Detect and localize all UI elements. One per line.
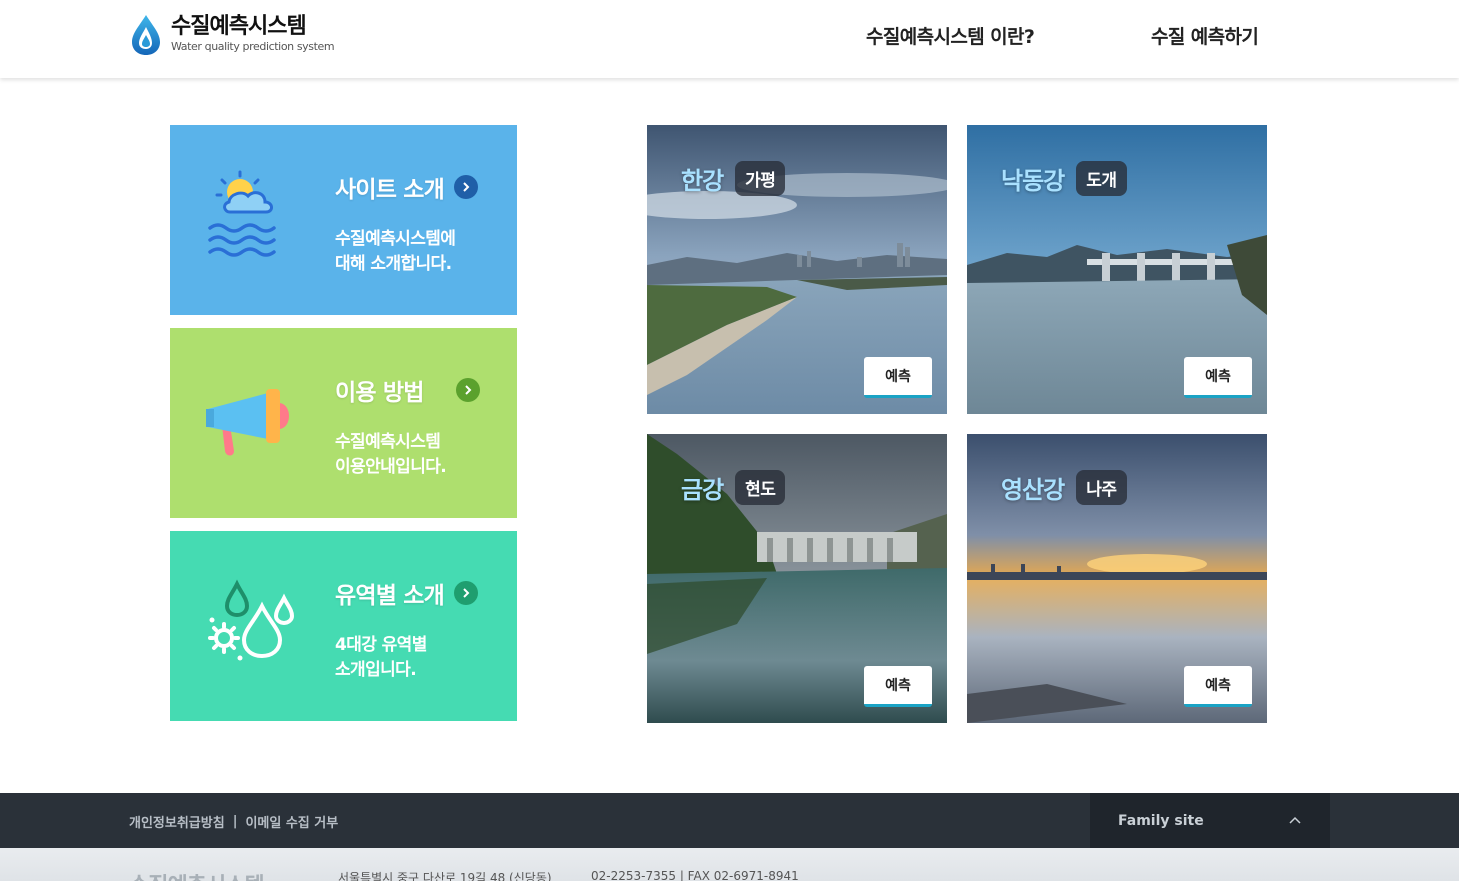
river-name: 금강 [681,476,724,504]
predict-button[interactable]: 예측 [864,357,932,398]
privacy-policy-link[interactable]: 개인정보취급방침 [129,812,225,831]
email-refusal-link[interactable]: 이메일 수집 거부 [245,812,338,831]
card-title: 이용 방법 [335,380,424,406]
family-site-dropdown[interactable]: Family site [1090,793,1330,848]
site-header: 수질예측시스템 Water quality prediction system … [0,0,1459,78]
river-card-nakdong[interactable]: 낙동강 도개 예측 [967,125,1267,414]
site-logo[interactable]: 수질예측시스템 Water quality prediction system [129,13,335,57]
river-card-yeongsan[interactable]: 영산강 나주 예측 [967,434,1267,723]
usage-guide-card[interactable]: 이용 방법 수질예측시스템 이용안내입니다. [170,328,517,518]
chevron-right-icon[interactable] [454,581,479,605]
footer-links: 개인정보취급방침 | 이메일 수집 거부 [129,812,338,831]
river-site-badge: 도개 [1076,161,1127,196]
predict-button[interactable]: 예측 [1184,357,1252,398]
river-name: 낙동강 [1001,167,1065,195]
card-title: 유역별 소개 [335,583,445,609]
footer-address: 서울특별시 중구 다산로 19길 48 (신당동) [338,871,552,881]
chevron-up-icon [1289,816,1301,824]
footer-link-separator: | [232,814,238,829]
footer-info: 수질예측시스템 서울특별시 중구 다산로 19길 48 (신당동) 02-225… [0,848,1459,881]
card-description: 수질예측시스템 이용안내입니다. [335,432,447,477]
predict-button[interactable]: 예측 [1184,666,1252,707]
card-description: 수질예측시스템에 대해 소개합니다. [335,229,456,274]
family-site-label: Family site [1118,812,1204,829]
footer-bar: 개인정보취급방침 | 이메일 수집 거부 Family site [0,793,1459,848]
nav-about-system[interactable]: 수질예측시스템 이란? [866,22,1035,49]
river-card-han[interactable]: 한강 가평 예측 [647,125,947,414]
card-description: 4대강 유역별 소개입니다. [335,635,427,680]
river-site-badge: 현도 [735,470,786,505]
nav-predict-water-quality[interactable]: 수질 예측하기 [1151,22,1259,49]
water-drop-logo-icon [132,15,160,55]
river-card-geum[interactable]: 금강 현도 예측 [647,434,947,723]
logo-title: 수질예측시스템 [171,14,307,39]
water-drops-icon [208,579,295,661]
weather-water-icon [208,170,276,257]
chevron-right-icon[interactable] [454,175,479,199]
river-site-badge: 나주 [1076,470,1127,505]
predict-button[interactable]: 예측 [864,666,932,707]
river-name: 한강 [681,167,724,195]
logo-subtitle: Water quality prediction system [171,40,335,53]
river-name: 영산강 [1001,476,1065,504]
site-intro-card[interactable]: 사이트 소개 수질예측시스템에 대해 소개합니다. [170,125,517,315]
megaphone-icon [206,389,289,456]
footer-logo-text: 수질예측시스템 [129,868,265,881]
river-site-badge: 가평 [735,161,786,196]
chevron-right-icon[interactable] [455,378,480,402]
basin-intro-card[interactable]: 유역별 소개 4대강 유역별 소개입니다. [170,531,517,721]
card-title: 사이트 소개 [335,177,445,203]
footer-phone: 02-2253-7355 | FAX 02-6971-8941 [591,869,799,881]
